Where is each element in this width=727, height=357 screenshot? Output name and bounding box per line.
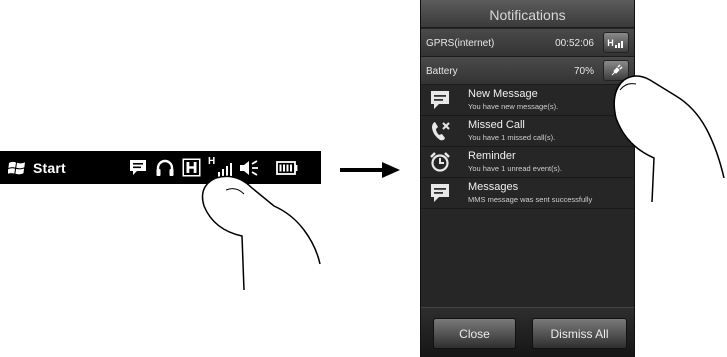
notification-list: New Message You have new message(s). Mis… <box>421 85 634 209</box>
message-icon <box>431 91 449 109</box>
notification-title: Missed Call <box>468 119 525 131</box>
headset-icon[interactable] <box>154 157 176 178</box>
start-button[interactable]: Start <box>8 151 66 184</box>
notification-subtitle: You have new message(s). <box>468 102 559 111</box>
message-icon[interactable] <box>128 157 148 178</box>
hsdpa-h-icon[interactable] <box>181 157 202 178</box>
gprs-label: GPRS(internet) <box>426 38 495 49</box>
right-arrow-icon <box>340 162 400 178</box>
notification-reminder[interactable]: Reminder You have 1 unread event(s). <box>421 147 634 178</box>
notification-subtitle: You have 1 unread event(s). <box>468 164 562 173</box>
notification-title: Messages <box>468 181 519 193</box>
battery-label: Battery <box>426 66 458 77</box>
start-label: Start <box>33 159 66 176</box>
power-settings-button[interactable] <box>603 60 629 81</box>
close-button[interactable]: Close <box>433 318 516 349</box>
taskbar: Start H <box>0 151 321 184</box>
signal-icon[interactable]: H <box>206 156 234 178</box>
battery-value: 70% <box>573 66 594 77</box>
signal-bars-icon <box>614 40 623 48</box>
notifications-screen: Notifications GPRS(internet) 00:52:06 H … <box>420 0 635 357</box>
signal-h-label: H <box>208 156 216 167</box>
notification-title: Reminder <box>468 150 516 162</box>
finger-illustration <box>201 175 321 290</box>
notification-new-message[interactable]: New Message You have new message(s). <box>421 85 634 116</box>
alarm-clock-icon <box>430 152 450 172</box>
disconnect-data-button[interactable]: H <box>603 32 629 53</box>
notification-messages[interactable]: Messages MMS message was sent successful… <box>421 178 634 209</box>
page-title: Notifications <box>421 0 634 28</box>
gprs-row: GPRS(internet) 00:52:06 H <box>421 29 634 57</box>
missed-call-icon <box>432 122 450 141</box>
windows-flag-icon <box>8 161 25 174</box>
notification-missed-call[interactable]: Missed Call You have 1 missed call(s). <box>421 116 634 147</box>
notification-subtitle: MMS message was sent successfully <box>468 195 593 204</box>
power-plug-icon <box>611 63 623 75</box>
volume-icon[interactable] <box>237 157 261 178</box>
gprs-time: 00:52:06 <box>555 38 594 49</box>
notification-subtitle: You have 1 missed call(s). <box>468 133 556 142</box>
battery-icon[interactable] <box>275 157 299 178</box>
dismiss-all-button[interactable]: Dismiss All <box>532 318 627 349</box>
bottom-bar: Close Dismiss All <box>421 307 634 357</box>
hsdpa-h-icon: H <box>607 37 614 48</box>
mms-icon <box>431 184 449 202</box>
notification-title: New Message <box>468 88 538 100</box>
battery-row: Battery 70% <box>421 57 634 85</box>
